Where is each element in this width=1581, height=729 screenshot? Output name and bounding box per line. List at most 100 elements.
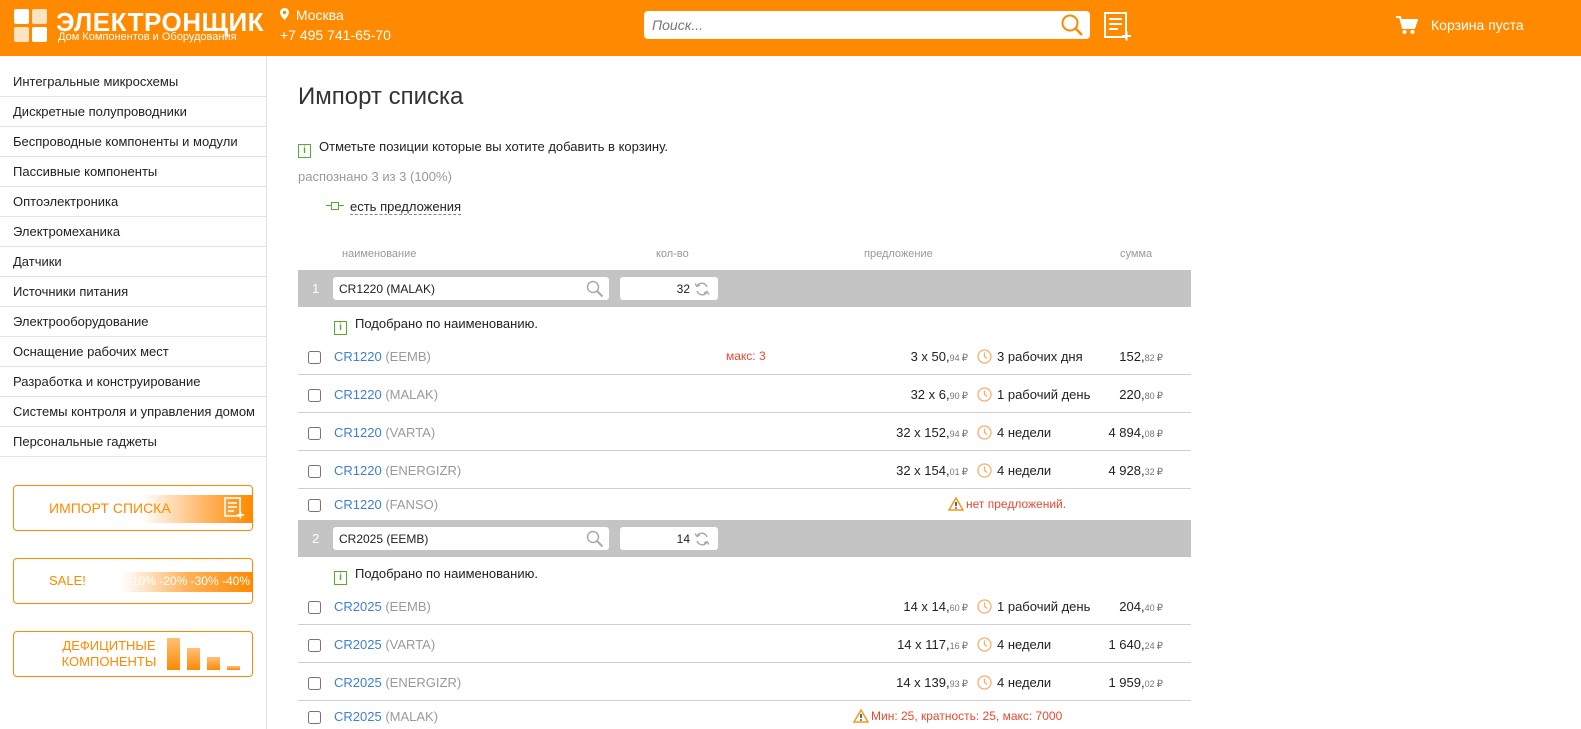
info-icon: i	[334, 321, 347, 335]
warning-icon	[852, 708, 870, 723]
delivery-term: 4 недели	[997, 637, 1052, 652]
legend-has-offers[interactable]: есть предложения	[326, 199, 462, 215]
promo-sale-label: SALE!	[49, 573, 86, 588]
offer-checkbox[interactable]	[308, 639, 321, 652]
row-sum: 220,80 ₽	[1119, 387, 1163, 402]
manufacturer: (EEMB)	[385, 349, 431, 364]
category-discrete-semiconductors[interactable]: Дискретные полупроводники	[0, 97, 266, 127]
promo-sale[interactable]: SALE! -10% -20% -30% -40%	[13, 558, 253, 604]
group-query-input[interactable]	[333, 277, 609, 300]
search-icon[interactable]	[586, 530, 604, 548]
part-name: CR2025 (EEMB)	[334, 599, 431, 614]
row-sum: 1 959,02 ₽	[1108, 675, 1163, 690]
offer-checkbox[interactable]	[308, 711, 321, 724]
min-order-warning: Мин: 25, кратность: 25, макс: 7000	[852, 708, 1062, 723]
list-add-icon	[224, 497, 244, 519]
promo-import-list[interactable]: ИМПОРТ СПИСКА	[13, 485, 253, 531]
row-sum: 152,82 ₽	[1119, 349, 1163, 364]
category-optoelectronics[interactable]: Оптоэлектроника	[0, 187, 266, 217]
search-input[interactable]	[644, 11, 1054, 39]
offer-price: 32 x 6,90 ₽	[910, 387, 968, 402]
search-icon	[1061, 14, 1083, 36]
logo[interactable]: ЭЛЕКТРОНЩИК Дом Компонентов и Оборудован…	[14, 7, 274, 45]
offer-row: CR1220 (VARTA) 32 x 152,94 ₽ 4 недели 4 8…	[298, 414, 1191, 451]
offer-checkbox[interactable]	[308, 465, 321, 478]
part-link[interactable]: CR1220	[334, 349, 382, 364]
category-integrated-circuits[interactable]: Интегральные микросхемы	[0, 67, 266, 97]
category-sensors[interactable]: Датчики	[0, 247, 266, 277]
import-group: 1	[298, 270, 1191, 307]
row-sum: 1 640,24 ₽	[1108, 637, 1163, 652]
part-name: CR1220 (MALAK)	[334, 387, 438, 402]
search-button[interactable]	[1060, 13, 1086, 37]
offer-row: CR1220 (EEMB) макс: 3 3 x 50,94 ₽ 3 рабоч…	[298, 338, 1191, 375]
city-selector[interactable]: Москва	[280, 7, 344, 23]
legend-label: есть предложения	[350, 199, 462, 215]
cart-label: Корзина пуста	[1431, 17, 1524, 33]
phone-number[interactable]: +7 495 741-65-70	[280, 27, 391, 43]
offer-checkbox[interactable]	[308, 601, 321, 614]
category-passive-components[interactable]: Пассивные компоненты	[0, 157, 266, 187]
row-sum: 4 894,08 ₽	[1108, 425, 1163, 440]
category-power-supplies[interactable]: Источники питания	[0, 277, 266, 307]
manufacturer: (MALAK)	[385, 387, 439, 402]
group-query-input[interactable]	[333, 527, 609, 550]
part-name: CR1220 (VARTA)	[334, 425, 435, 440]
offer-price: 32 x 152,94 ₽	[896, 425, 968, 440]
offer-checkbox[interactable]	[308, 427, 321, 440]
offer-price: 14 x 139,93 ₽	[896, 675, 968, 690]
manufacturer: (VARTA)	[385, 637, 436, 652]
offer-row: CR2025 (MALAK) Мин: 25, кратность: 25, м…	[298, 698, 1191, 729]
part-name: CR1220 (EEMB)	[334, 349, 431, 364]
refresh-icon[interactable]	[694, 531, 710, 547]
offer-row: CR1220 (FANSO) нет предложений.	[298, 486, 1191, 523]
category-personal-gadgets[interactable]: Персональные гаджеты	[0, 427, 266, 457]
part-link[interactable]: CR1220	[334, 497, 382, 512]
part-link[interactable]: CR1220	[334, 387, 382, 402]
offer-price: 3 x 50,94 ₽	[910, 349, 968, 364]
logo-tagline: Дом Компонентов и Оборудования	[58, 31, 237, 43]
offer-checkbox[interactable]	[308, 389, 321, 402]
part-link[interactable]: CR1220	[334, 425, 382, 440]
offer-checkbox[interactable]	[308, 677, 321, 690]
part-link[interactable]: CR2025	[334, 675, 382, 690]
part-link[interactable]: CR2025	[334, 709, 382, 724]
column-header-sum: сумма	[1120, 248, 1153, 260]
part-link[interactable]: CR2025	[334, 637, 382, 652]
category-development[interactable]: Разработка и конструирование	[0, 367, 266, 397]
import-list-button[interactable]	[1104, 11, 1132, 41]
refresh-icon[interactable]	[694, 281, 710, 297]
delivery-term: 4 недели	[997, 463, 1052, 478]
info-icon: i	[334, 571, 347, 585]
manufacturer: (FANSO)	[385, 497, 439, 512]
cart-icon	[1396, 16, 1418, 34]
manufacturer: (EEMB)	[385, 599, 431, 614]
part-name: CR2025 (VARTA)	[334, 637, 435, 652]
category-workplace-equipment[interactable]: Оснащение рабочих мест	[0, 337, 266, 367]
part-name: CR1220 (FANSO)	[334, 497, 438, 512]
location-pin-icon	[280, 8, 292, 23]
info-text: Отметьте позиции которые вы хотите добав…	[319, 139, 668, 154]
manufacturer: (VARTA)	[385, 425, 436, 440]
category-wireless-modules[interactable]: Беспроводные компоненты и модули	[0, 127, 266, 157]
delivery-term: 3 рабочих дня	[997, 349, 1083, 364]
category-home-automation[interactable]: Системы контроля и управления домом	[0, 397, 266, 427]
offer-checkbox[interactable]	[308, 351, 321, 364]
category-electromechanics[interactable]: Электромеханика	[0, 217, 266, 247]
column-header-offer: предложение	[864, 248, 933, 260]
info-icon: i	[298, 144, 311, 158]
part-link[interactable]: CR1220	[334, 463, 382, 478]
offer-checkbox[interactable]	[308, 499, 321, 512]
no-offer-warning: нет предложений.	[947, 496, 1066, 511]
main-content: Импорт списка i Отметьте позиции которые …	[298, 56, 1191, 729]
match-note: i Подобрано по наименованию.	[334, 316, 538, 335]
clock-icon	[977, 387, 992, 402]
delivery-term: 4 недели	[997, 425, 1052, 440]
part-link[interactable]: CR2025	[334, 599, 382, 614]
promo-deficit-components[interactable]: ДЕФИЦИТНЫЕ КОМПОНЕНТЫ	[13, 631, 253, 677]
search-icon[interactable]	[586, 280, 604, 298]
clock-icon	[977, 425, 992, 440]
group-number: 2	[312, 531, 320, 546]
category-electrical-equipment[interactable]: Электрооборудование	[0, 307, 266, 337]
max-warning: макс: 3	[726, 349, 766, 363]
